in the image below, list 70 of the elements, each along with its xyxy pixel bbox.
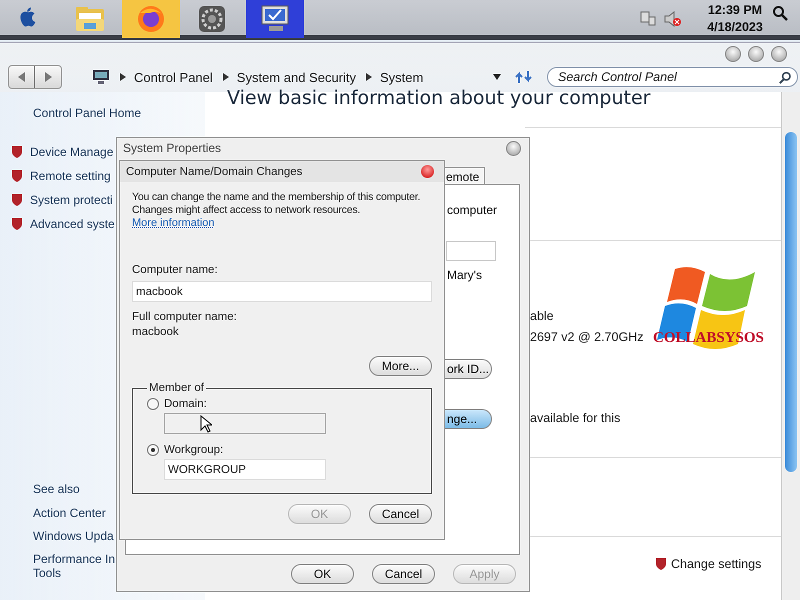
more-button[interactable]: More... [369, 356, 432, 376]
close-button[interactable] [506, 140, 521, 156]
chevron-right-icon [120, 73, 126, 81]
dialog-button[interactable]: Cancel [369, 504, 432, 524]
clock-time: 12:39 PM [708, 2, 762, 19]
full-computer-name: macbook [132, 325, 180, 340]
description-text: Mary's [447, 268, 482, 282]
breadcrumb-item[interactable]: Control Panel [134, 70, 213, 84]
chevron-right-icon [222, 73, 229, 81]
radio-button[interactable] [147, 444, 159, 456]
sidebar-link[interactable]: Remote setting [30, 169, 111, 183]
search-icon[interactable] [772, 5, 788, 21]
dialog-title: System Properties [123, 141, 222, 155]
dialog-title: Computer Name/Domain Changes [126, 166, 302, 178]
apple-logo-icon[interactable] [18, 7, 38, 29]
info-text: able [530, 309, 554, 323]
change-button[interactable]: nge... [444, 409, 492, 429]
refresh-arrows-icon[interactable] [515, 69, 533, 85]
dropdown-caret-icon[interactable] [493, 74, 501, 80]
dialog-button[interactable]: Cancel [372, 564, 435, 584]
back-arrow-icon [18, 72, 26, 82]
breadcrumb-item[interactable]: System [380, 70, 424, 84]
folder-icon [74, 5, 106, 33]
sidebar-link[interactable]: Advanced syste [30, 217, 115, 231]
logo-text: COLLABSYSOS [653, 330, 764, 347]
shield-icon [11, 217, 23, 231]
browser-globe-icon [136, 4, 166, 34]
mouse-pointer-icon [200, 415, 212, 433]
description-text: computer [447, 203, 498, 217]
info-text: available for this [530, 411, 620, 425]
option-label: Workgroup: [164, 444, 224, 456]
dialog-button[interactable]: OK [291, 564, 354, 584]
sidebar-link[interactable]: Device Manage [30, 145, 114, 159]
clock-date: 4/18/2023 [707, 19, 763, 36]
input-field[interactable] [446, 241, 496, 261]
monitor-icon [259, 4, 291, 34]
chevron-right-icon [366, 73, 372, 81]
more-information-link[interactable]: More information [132, 217, 215, 229]
gear-icon [198, 5, 226, 33]
search-field[interactable]: Search Control Panel [547, 67, 798, 87]
sidebar-link[interactable]: Control Panel Home [33, 106, 205, 120]
shield-icon [11, 169, 23, 183]
breadcrumb-item[interactable]: System and Security [236, 70, 356, 84]
section-heading: See also [33, 482, 81, 496]
network-icon[interactable] [640, 11, 656, 27]
computer-icon [92, 69, 110, 85]
close-button[interactable] [421, 165, 434, 178]
minimize-button[interactable] [725, 46, 741, 62]
scrollbar[interactable] [781, 92, 800, 600]
field-label: Computer name: [132, 263, 219, 278]
option-label: Domain: [164, 398, 207, 410]
page-heading: View basic information about your computer [227, 87, 650, 109]
shield-icon [11, 193, 23, 207]
shield-icon [11, 145, 23, 159]
info-text: 2697 v2 @ 2.70GHz [530, 330, 644, 344]
sidebar-link[interactable]: System protecti [30, 193, 113, 207]
radio-button[interactable] [147, 398, 159, 410]
description-text: You can change the name and the membership of this computer. Changes might affect access to network resources. [132, 191, 422, 217]
maximize-button[interactable] [748, 46, 764, 62]
speaker-muted-icon[interactable] [664, 11, 682, 27]
shield-icon [655, 557, 667, 571]
dock-app[interactable] [246, 0, 304, 38]
group-label: Member of [148, 382, 205, 394]
forward-arrow-icon [44, 72, 52, 82]
close-button[interactable] [771, 46, 787, 62]
option-field[interactable]: WORKGROUP [164, 459, 326, 480]
network-id-button[interactable]: ork ID... [444, 359, 492, 379]
field-label: Full computer name: [132, 310, 238, 325]
change-settings-link[interactable]: Change settings [671, 557, 762, 571]
computer-name-field[interactable]: macbook [132, 281, 432, 302]
